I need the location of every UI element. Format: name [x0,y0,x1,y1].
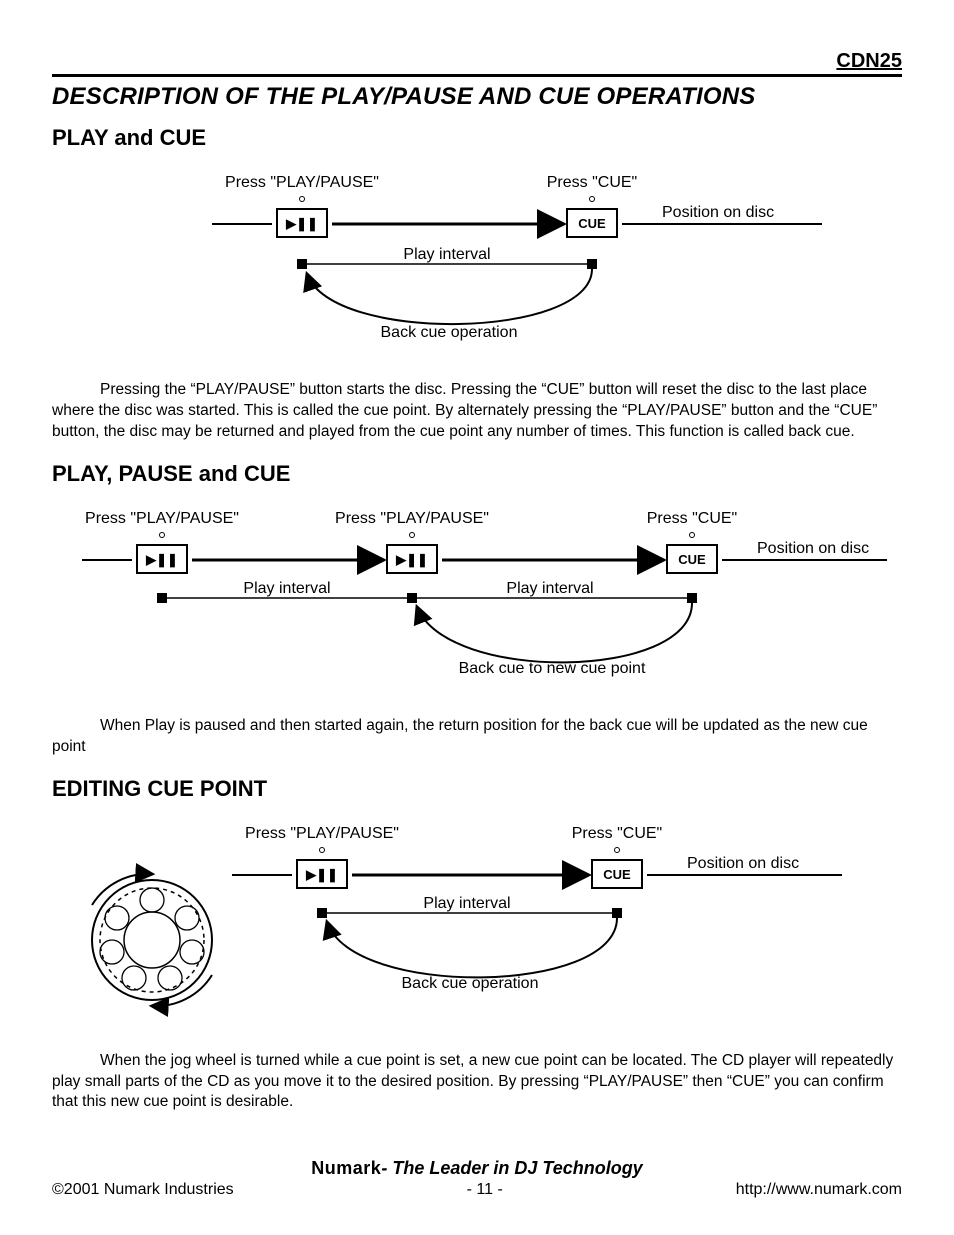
label-press-playpause: Press "PLAY/PAUSE" [225,174,379,191]
svg-text:▶❚❚: ▶❚❚ [305,867,338,883]
label-press-cue: Press "CUE" [547,174,637,191]
diagram-play-pause-cue: Press "PLAY/PAUSE" Press "PLAY/PAUSE" Pr… [52,505,902,695]
label-play-interval-1: Play interval [243,580,330,597]
para-play-cue: Pressing the “PLAY/PAUSE” button starts … [52,380,902,443]
page-title: DESCRIPTION OF THE PLAY/PAUSE AND CUE OP… [52,83,902,111]
section-heading-editing-cue: EDITING CUE POINT [52,776,902,802]
para-play-pause-cue: When Play is paused and then started aga… [52,716,902,758]
label-press-playpause-1: Press "PLAY/PAUSE" [85,510,239,527]
cue-glyph: CUE [578,216,606,231]
label-back-cue: Back cue operation [402,975,539,992]
label-back-cue: Back cue operation [381,324,518,341]
label-position-on-disc: Position on disc [662,204,774,221]
tagline: - The Leader in DJ Technology [381,1158,642,1178]
label-play-interval-2: Play interval [506,580,593,597]
label-press-playpause-2: Press "PLAY/PAUSE" [335,510,489,527]
footer-url: http://www.numark.com [736,1181,902,1199]
diagram-editing-cue: Press "PLAY/PAUSE" Press "CUE" Position … [52,820,902,1030]
svg-text:CUE: CUE [603,867,631,882]
play-pause-glyph: ▶❚❚ [285,216,318,232]
copyright: ©2001 Numark Industries [52,1181,234,1199]
page: CDN25 DESCRIPTION OF THE PLAY/PAUSE AND … [0,0,954,1235]
label-press-cue: Press "CUE" [572,825,662,842]
para-editing-cue: When the jog wheel is turned while a cue… [52,1051,902,1114]
footer: Numark- The Leader in DJ Technology ©200… [52,1158,902,1199]
label-press-playpause: Press "PLAY/PAUSE" [245,825,399,842]
brand-logo: Numark [311,1158,381,1178]
label-play-interval: Play interval [403,246,490,263]
jog-wheel-icon [92,873,212,1005]
label-press-cue: Press "CUE" [647,510,737,527]
label-position-on-disc: Position on disc [687,855,799,872]
label-position-on-disc: Position on disc [757,540,869,557]
model-number: CDN25 [52,50,902,77]
page-number: - 11 - [467,1181,503,1199]
section-heading-play-cue: PLAY and CUE [52,125,902,151]
svg-text:CUE: CUE [678,552,706,567]
svg-text:▶❚❚: ▶❚❚ [145,552,178,568]
label-play-interval: Play interval [423,895,510,912]
svg-text:▶❚❚: ▶❚❚ [395,552,428,568]
diagram-play-cue: Press "PLAY/PAUSE" Press "CUE" Position … [172,169,892,359]
section-heading-play-pause-cue: PLAY, PAUSE and CUE [52,461,902,487]
label-back-cue-new: Back cue to new cue point [459,660,646,677]
